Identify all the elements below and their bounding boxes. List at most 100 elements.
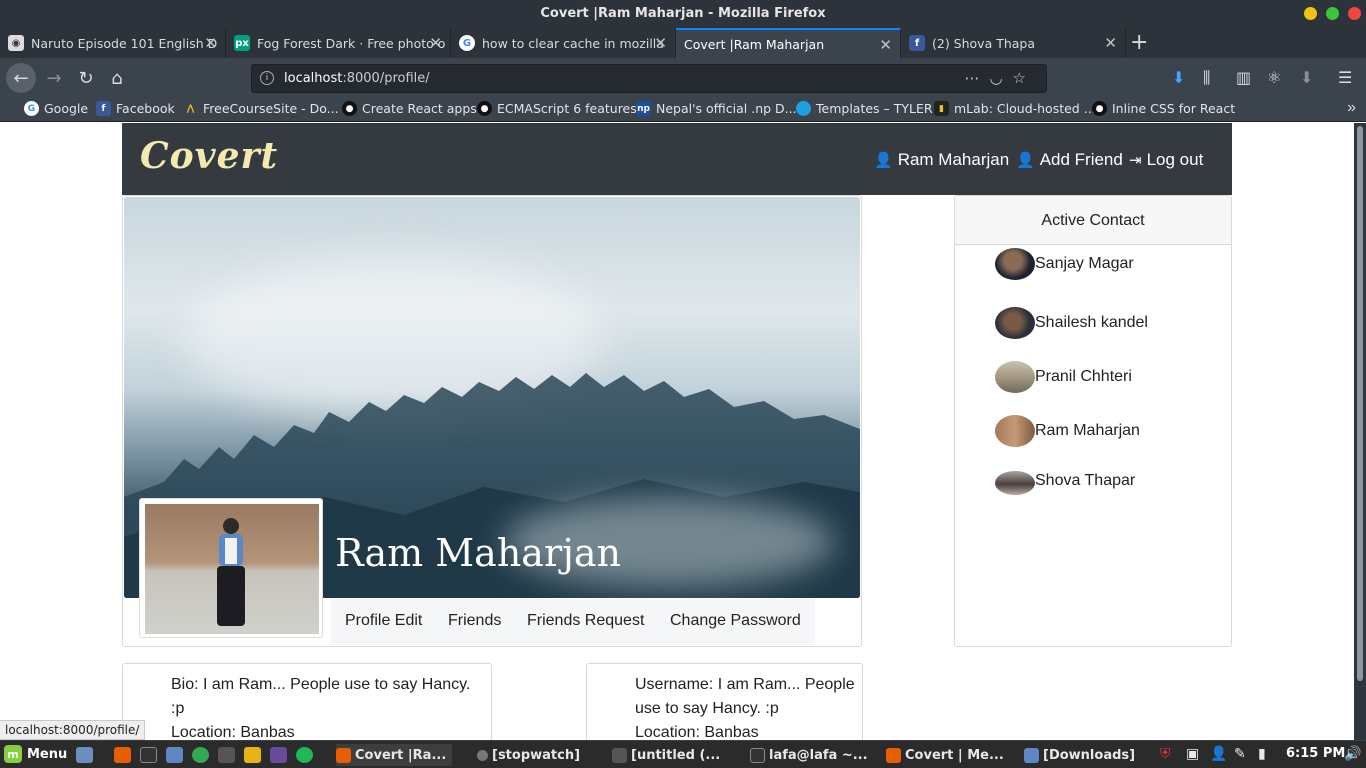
forward-arrow-icon[interactable]: → bbox=[40, 64, 68, 92]
logout-icon: ⇥ bbox=[1129, 152, 1142, 169]
active-contacts-panel: Active Contact Sanjay Magar Shailesh kan… bbox=[954, 195, 1232, 647]
react-devtools-icon[interactable]: ⚛ bbox=[1267, 68, 1281, 87]
bookmark-mlab[interactable]: ▮ mLab: Cloud-hosted ... bbox=[934, 101, 1096, 116]
mlab-icon: ▮ bbox=[934, 101, 949, 116]
page-actions[interactable]: ⋯◡☆ bbox=[964, 69, 1036, 87]
volume-icon[interactable]: 🔊 bbox=[1344, 746, 1361, 762]
window-title: Covert |Ram Maharjan - Mozilla Firefox bbox=[540, 6, 826, 21]
extension-icon[interactable]: ⬇ bbox=[1300, 68, 1313, 87]
folder-launcher-icon[interactable] bbox=[244, 747, 261, 763]
show-desktop-icon[interactable] bbox=[76, 747, 93, 763]
bookmarks-toolbar: G Google f Facebook ⋀ FreeCourseSite - Do..… bbox=[0, 98, 1366, 122]
task-downloads[interactable]: [Downloads] bbox=[1024, 744, 1135, 766]
hamburger-menu-icon[interactable]: ☰ bbox=[1338, 68, 1352, 87]
site-info-icon[interactable]: i bbox=[260, 71, 274, 85]
tab-friends-request[interactable]: Friends Request bbox=[527, 612, 644, 630]
tab-google-search[interactable]: G how to clear cache in mozilla ✕ bbox=[451, 28, 676, 58]
minimize-button[interactable] bbox=[1304, 7, 1317, 20]
location-text: Location: Banbas bbox=[171, 724, 295, 740]
close-tab-icon[interactable]: ✕ bbox=[204, 34, 217, 52]
task-terminal[interactable]: lafa@lafa ~... bbox=[750, 744, 868, 766]
avatar bbox=[995, 361, 1035, 393]
library-icon[interactable]: ⫼ bbox=[1203, 68, 1210, 88]
close-tab-icon[interactable]: ✕ bbox=[879, 36, 892, 54]
terminal-launcher-icon[interactable] bbox=[140, 747, 157, 763]
contact-item[interactable]: Ram Maharjan bbox=[995, 415, 1140, 447]
bookmark-facebook[interactable]: f Facebook bbox=[96, 101, 175, 116]
task-stopwatch[interactable]: [stopwatch] bbox=[477, 744, 580, 766]
start-menu-button[interactable]: m Menu bbox=[4, 745, 67, 763]
vertical-scrollbar[interactable] bbox=[1354, 123, 1366, 740]
sidebar-icon[interactable]: ▥ bbox=[1236, 68, 1251, 87]
bookmarks-overflow-icon[interactable]: » bbox=[1347, 99, 1356, 117]
tab-fog-forest[interactable]: px Fog Forest Dark · Free photo o ✕ bbox=[226, 28, 451, 58]
screenshot-icon[interactable]: ▣ bbox=[1186, 746, 1199, 762]
pocket-icon: ◡ bbox=[989, 69, 1013, 87]
task-sublime[interactable]: [untitled (... bbox=[612, 744, 720, 766]
bookmark-create-react-apps[interactable]: ● Create React apps bbox=[342, 101, 477, 116]
brand-logo[interactable]: Covert bbox=[140, 135, 278, 177]
color-picker-icon[interactable]: ✎ bbox=[1234, 746, 1246, 762]
battery-icon[interactable]: ▮ bbox=[1258, 746, 1266, 762]
task-firefox-covert-2[interactable]: Covert | Me... bbox=[886, 744, 1004, 766]
link-status-bar: localhost:8000/profile/ bbox=[0, 720, 146, 740]
bookmark-templates-tyler[interactable]: Templates – TYLER bbox=[796, 101, 933, 116]
tab-label: Naruto Episode 101 English D bbox=[31, 35, 218, 51]
close-window-button[interactable] bbox=[1348, 7, 1361, 20]
bookmark-google[interactable]: G Google bbox=[24, 101, 88, 116]
nav-profile-link[interactable]: 👤 Ram Maharjan bbox=[874, 150, 1009, 170]
scrollbar-thumb[interactable] bbox=[1357, 126, 1363, 681]
media-launcher-icon[interactable] bbox=[270, 747, 287, 763]
profile-photo bbox=[145, 504, 319, 634]
download-icon[interactable]: ⬇ bbox=[1172, 68, 1185, 87]
close-tab-icon[interactable]: ✕ bbox=[429, 34, 442, 52]
sublime-launcher-icon[interactable] bbox=[218, 747, 235, 763]
tab-friends[interactable]: Friends bbox=[448, 612, 501, 630]
contact-item[interactable]: Sanjay Magar bbox=[995, 248, 1134, 280]
profile-avatar[interactable] bbox=[139, 498, 323, 638]
shield-icon[interactable]: ⛨ bbox=[1160, 746, 1171, 762]
home-icon[interactable]: ⌂ bbox=[103, 64, 131, 92]
chrome-launcher-icon[interactable] bbox=[192, 747, 209, 763]
avatar bbox=[995, 248, 1035, 280]
profile-name: Ram Maharjan bbox=[335, 531, 622, 575]
github-icon: ● bbox=[1092, 101, 1107, 116]
maximize-button[interactable] bbox=[1326, 7, 1339, 20]
clock[interactable]: 6:15 PM bbox=[1286, 746, 1345, 761]
reload-icon[interactable]: ↻ bbox=[72, 64, 100, 92]
close-tab-icon[interactable]: ✕ bbox=[654, 34, 667, 52]
bookmark-ecmascript6[interactable]: ● ECMAScript 6 features bbox=[477, 101, 637, 116]
tab-facebook[interactable]: f (2) Shova Thapa ✕ bbox=[901, 28, 1126, 58]
tab-label: how to clear cache in mozilla bbox=[482, 35, 664, 51]
nav-add-friend-link[interactable]: 👤 Add Friend bbox=[1016, 150, 1123, 170]
task-firefox-covert[interactable]: Covert |Ra... bbox=[336, 744, 453, 766]
files-launcher-icon[interactable] bbox=[166, 747, 183, 763]
tab-covert-active[interactable]: Covert |Ram Maharjan ✕ bbox=[676, 28, 901, 58]
freecoursesite-icon: ⋀ bbox=[183, 101, 198, 116]
tab-strip: ◉ Naruto Episode 101 English D ✕ px Fog … bbox=[0, 28, 1366, 58]
bookmark-nepal-np[interactable]: np Nepal's official .np D... bbox=[636, 101, 797, 116]
nav-logout-link[interactable]: ⇥ Log out bbox=[1129, 150, 1203, 170]
close-tab-icon[interactable]: ✕ bbox=[1104, 34, 1117, 52]
new-tab-icon[interactable]: + bbox=[1130, 30, 1148, 55]
contact-item[interactable]: Shailesh kandel bbox=[995, 307, 1148, 339]
tab-label: (2) Shova Thapa bbox=[932, 35, 1036, 51]
bookmark-inline-css-react[interactable]: ● Inline CSS for React bbox=[1092, 101, 1235, 116]
url-bar[interactable]: i localhost:8000/profile/ ⋯◡☆ bbox=[251, 64, 1047, 93]
location-text: Location: Banbas bbox=[635, 724, 759, 740]
back-arrow-icon[interactable]: ← bbox=[6, 63, 36, 93]
user-icon[interactable]: 👤 bbox=[1210, 746, 1227, 762]
contact-item[interactable]: Shova Thapar bbox=[995, 467, 1135, 495]
avatar bbox=[995, 415, 1035, 447]
spotify-launcher-icon[interactable] bbox=[296, 747, 313, 763]
stopwatch-icon bbox=[477, 749, 488, 761]
tab-profile-edit[interactable]: Profile Edit bbox=[345, 612, 422, 630]
user-plus-icon: 👤 bbox=[1016, 152, 1035, 169]
tab-label: Fog Forest Dark · Free photo o bbox=[257, 35, 446, 51]
bookmark-freecoursesite[interactable]: ⋀ FreeCourseSite - Do... bbox=[183, 101, 339, 116]
tab-change-password[interactable]: Change Password bbox=[670, 612, 801, 630]
firefox-launcher-icon[interactable] bbox=[114, 747, 131, 763]
tab-naruto[interactable]: ◉ Naruto Episode 101 English D ✕ bbox=[0, 28, 226, 58]
profile-subnav: Profile Edit Friends Friends Request Cha… bbox=[331, 599, 815, 645]
contact-item[interactable]: Pranil Chhteri bbox=[995, 361, 1132, 393]
